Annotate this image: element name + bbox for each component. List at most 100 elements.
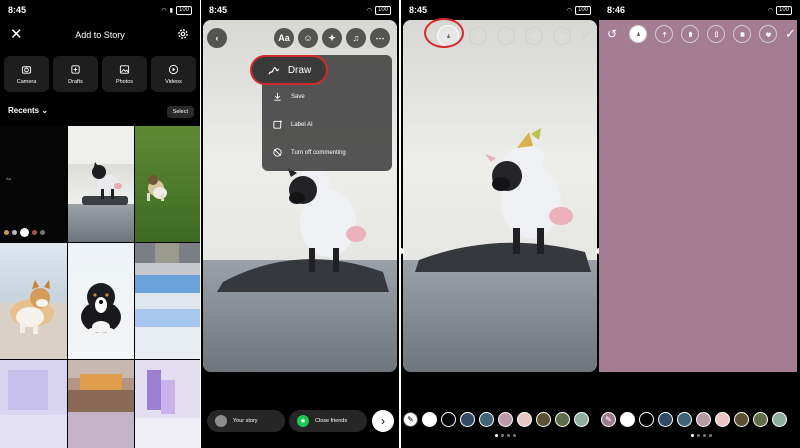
palette-swatch[interactable] bbox=[677, 412, 692, 427]
media-thumbnail[interactable] bbox=[68, 243, 134, 359]
sparkle-icon: ✦ bbox=[328, 32, 336, 43]
media-thumbnail[interactable] bbox=[135, 126, 200, 242]
palette-swatch[interactable] bbox=[441, 412, 456, 427]
filled-drawing-canvas[interactable] bbox=[599, 20, 797, 372]
text-tool-label: Aa bbox=[278, 33, 290, 43]
eyedropper-button[interactable]: ✎ bbox=[403, 412, 418, 427]
palette-swatch[interactable] bbox=[715, 412, 730, 427]
media-grid: Aa bbox=[0, 126, 200, 448]
story-canvas[interactable] bbox=[403, 20, 597, 372]
select-button[interactable]: Select bbox=[166, 106, 194, 118]
status-bar: 8:45 ◠ 100 bbox=[201, 0, 399, 20]
text-tool-button[interactable]: Aa bbox=[274, 28, 294, 48]
palette-swatch[interactable] bbox=[555, 412, 570, 427]
status-icons: ◠ ▮ 100 bbox=[161, 5, 192, 15]
status-icons: ◠ 100 bbox=[768, 5, 792, 15]
story-tools: Camera Drafts Photos Videos bbox=[4, 56, 196, 92]
battery-level: 100 bbox=[577, 6, 588, 13]
drafts-button[interactable]: Drafts bbox=[53, 56, 98, 92]
close-friends-button[interactable]: ★ Close friends bbox=[289, 410, 367, 432]
draw-mode-screen: 8:45 ◠ 100 ✓ ✎ bbox=[401, 0, 599, 448]
arrow-up-icon bbox=[661, 31, 667, 37]
palette-swatch[interactable] bbox=[479, 412, 494, 427]
photos-label: Photos bbox=[115, 78, 134, 85]
eraser-brush-button[interactable] bbox=[525, 27, 543, 45]
palette-swatch[interactable] bbox=[422, 412, 437, 427]
palette-swatch[interactable] bbox=[536, 412, 551, 427]
pen-brush-button[interactable] bbox=[629, 25, 647, 43]
palette-swatch[interactable] bbox=[658, 412, 673, 427]
comment-off-icon bbox=[273, 148, 282, 157]
palette-swatch[interactable] bbox=[517, 412, 532, 427]
menu-item-turn-off-commenting[interactable]: Turn off commenting bbox=[272, 147, 346, 158]
wifi-icon: ◠ bbox=[366, 7, 372, 14]
download-icon bbox=[274, 92, 281, 101]
media-thumbnail[interactable] bbox=[135, 360, 200, 448]
palette-swatch[interactable] bbox=[734, 412, 749, 427]
palette-swatch[interactable] bbox=[498, 412, 513, 427]
marker-brush-button[interactable] bbox=[469, 27, 487, 45]
done-checkmark-icon[interactable]: ✓ bbox=[581, 28, 592, 44]
close-friends-label: Close friends bbox=[315, 418, 348, 424]
eraser-brush-button[interactable] bbox=[733, 25, 751, 43]
undo-icon[interactable]: ↺ bbox=[607, 27, 621, 41]
palette-swatch[interactable] bbox=[620, 412, 635, 427]
arrow-right-icon: › bbox=[381, 414, 385, 428]
palette-swatch[interactable] bbox=[574, 412, 589, 427]
drafts-label: Drafts bbox=[68, 78, 83, 85]
battery-level: 100 bbox=[377, 6, 388, 13]
camera-button[interactable]: Camera bbox=[4, 56, 49, 92]
sticker-brush-button[interactable] bbox=[759, 25, 777, 43]
draw-squiggle-icon bbox=[268, 66, 279, 74]
gear-icon[interactable] bbox=[176, 27, 190, 41]
palette-swatch[interactable] bbox=[696, 412, 711, 427]
eyedropper-icon: ✎ bbox=[407, 415, 414, 424]
media-thumbnail[interactable] bbox=[0, 243, 67, 359]
chevron-down-icon: ⌄ bbox=[41, 106, 49, 115]
music-button[interactable]: ♫ bbox=[346, 28, 366, 48]
menu-item-label-ai-label: Label AI bbox=[291, 121, 313, 128]
status-time: 8:45 bbox=[409, 5, 428, 15]
pen-tip-icon bbox=[636, 31, 640, 36]
brush-toolbar: ↺ ✓ bbox=[607, 25, 796, 43]
back-button[interactable]: ‹ bbox=[207, 28, 227, 48]
done-checkmark-icon[interactable]: ✓ bbox=[785, 26, 796, 42]
palette-swatch[interactable] bbox=[460, 412, 475, 427]
shiba-puppy-photo bbox=[0, 280, 67, 359]
menu-item-draw-label: Draw bbox=[287, 64, 312, 76]
media-thumbnail[interactable] bbox=[135, 243, 200, 359]
menu-item-label-ai[interactable]: Label AI bbox=[272, 119, 313, 130]
neon-brush-button[interactable] bbox=[707, 25, 725, 43]
drafts-icon bbox=[71, 64, 80, 74]
sticker-button[interactable]: ☺ bbox=[298, 28, 318, 48]
close-icon[interactable]: ✕ bbox=[10, 26, 23, 44]
dog-photo bbox=[82, 162, 128, 205]
more-options-button[interactable]: ⋯ bbox=[370, 28, 390, 48]
effects-button[interactable]: ✦ bbox=[322, 28, 342, 48]
arrow-brush-button[interactable] bbox=[655, 25, 673, 43]
next-button[interactable]: › bbox=[372, 410, 394, 432]
palette-swatch[interactable] bbox=[639, 412, 654, 427]
menu-item-save[interactable]: Save bbox=[272, 91, 305, 102]
neon-brush-button[interactable] bbox=[497, 27, 515, 45]
avatar bbox=[215, 415, 227, 427]
menu-item-turn-off-commenting-label: Turn off commenting bbox=[291, 149, 346, 156]
menu-item-draw[interactable]: Draw bbox=[250, 55, 328, 85]
media-thumbnail[interactable] bbox=[68, 126, 134, 242]
palette-swatch[interactable] bbox=[772, 412, 787, 427]
media-thumbnail[interactable] bbox=[0, 360, 67, 448]
palette-swatch[interactable] bbox=[753, 412, 768, 427]
your-story-button[interactable]: Your story bbox=[207, 410, 285, 432]
marker-brush-button[interactable] bbox=[681, 25, 699, 43]
media-thumbnail[interactable] bbox=[68, 360, 134, 448]
recents-dropdown[interactable]: Recents ⌄ bbox=[8, 106, 48, 115]
screenshot-collage: 8:45 ◠ ▮ 100 ✕ Add to Story Camera Draft… bbox=[0, 0, 800, 448]
eyedropper-button[interactable]: ✎ bbox=[601, 412, 616, 427]
videos-button[interactable]: Videos bbox=[151, 56, 196, 92]
photos-button[interactable]: Photos bbox=[102, 56, 147, 92]
sticker-brush-button[interactable] bbox=[553, 27, 571, 45]
media-thumbnail[interactable]: Aa bbox=[0, 126, 67, 242]
unicorn-dog-photo bbox=[415, 128, 591, 272]
story-header: ✕ Add to Story bbox=[0, 22, 200, 48]
status-bar: 8:46 ◠ 100 bbox=[599, 0, 800, 20]
